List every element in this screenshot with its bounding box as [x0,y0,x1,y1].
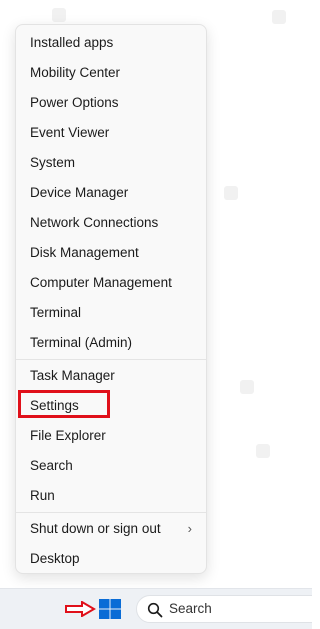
menu-item-label: Terminal (Admin) [30,335,133,350]
red-arrow-icon [65,601,96,617]
menu-item-mobility-center[interactable]: Mobility Center [16,58,206,88]
menu-item-device-manager[interactable]: Device Manager [16,178,206,208]
settings-highlight-box [18,390,110,418]
menu-item-label: Device Manager [30,185,129,200]
background-icon [272,10,286,24]
menu-item-disk-management[interactable]: Disk Management [16,238,206,268]
menu-item-installed-apps[interactable]: Installed apps [16,28,206,58]
menu-separator [16,512,206,513]
search-icon [147,602,163,618]
menu-item-label: Power Options [30,95,119,110]
menu-item-label: Mobility Center [30,65,121,80]
menu-item-label: Shut down or sign out [30,521,161,536]
chevron-right-icon: › [187,521,192,536]
menu-item-label: Network Connections [30,215,159,230]
background-icon [224,186,238,200]
menu-item-label: File Explorer [30,428,106,443]
background-icon [52,8,66,22]
menu-separator [16,359,206,360]
search-label: Search [169,601,212,616]
windows-logo-icon[interactable] [98,598,122,620]
menu-item-terminal-admin[interactable]: Terminal (Admin) [16,328,206,358]
menu-item-label: Disk Management [30,245,139,260]
menu-item-label: Desktop [30,551,80,566]
taskbar-search-box[interactable]: Search [136,595,312,623]
menu-item-event-viewer[interactable]: Event Viewer [16,118,206,148]
menu-item-terminal[interactable]: Terminal [16,298,206,328]
menu-item-shut-down-or-sign-out[interactable]: Shut down or sign out › [16,514,206,544]
menu-item-label: Search [30,458,73,473]
menu-item-system[interactable]: System [16,148,206,178]
menu-item-label: Task Manager [30,368,115,383]
background-icon [256,444,270,458]
menu-item-label: Installed apps [30,35,114,50]
menu-item-desktop[interactable]: Desktop [16,544,206,574]
menu-item-run[interactable]: Run [16,481,206,511]
menu-item-network-connections[interactable]: Network Connections [16,208,206,238]
menu-item-label: System [30,155,76,170]
menu-item-computer-management[interactable]: Computer Management [16,268,206,298]
menu-item-search[interactable]: Search [16,451,206,481]
menu-item-label: Computer Management [30,275,172,290]
menu-item-power-options[interactable]: Power Options [16,88,206,118]
menu-item-label: Event Viewer [30,125,110,140]
menu-item-label: Run [30,488,55,503]
menu-item-label: Terminal [30,305,82,320]
background-icon [240,380,254,394]
menu-item-file-explorer[interactable]: File Explorer [16,421,206,451]
desktop: Installed apps Mobility Center Power Opt… [0,0,312,629]
menu-item-task-manager[interactable]: Task Manager [16,361,206,391]
context-menu: Installed apps Mobility Center Power Opt… [15,24,207,574]
